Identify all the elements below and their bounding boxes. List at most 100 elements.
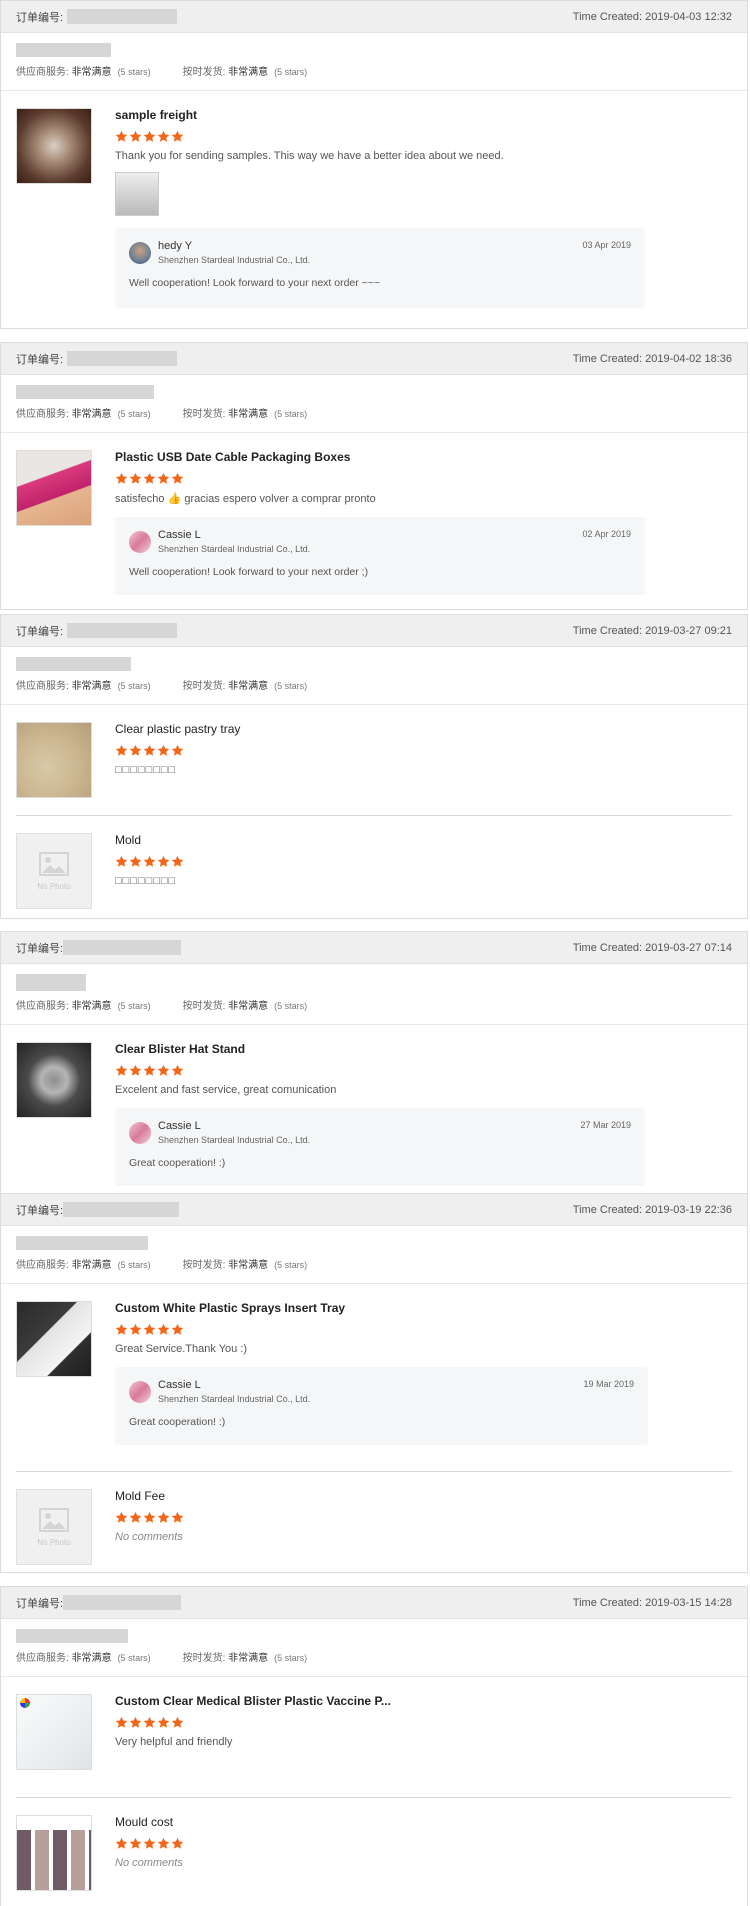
product-review: Clear plastic pastry tray □□□□□□□□ — [1, 705, 747, 815]
review-comment: Excelent and fast service, great comunic… — [115, 1084, 337, 1096]
product-thumbnail[interactable] — [16, 1301, 92, 1377]
star-icon — [115, 1837, 128, 1850]
reply-company: Shenzhen Stardeal Industrial Co., Ltd. — [158, 255, 311, 265]
product-name[interactable]: Mold — [115, 833, 732, 847]
supplier-reply: Cassie L Shenzhen Stardeal Industrial Co… — [115, 1108, 645, 1186]
star-icon — [115, 855, 128, 868]
star-icon — [143, 1064, 156, 1077]
product-thumbnail[interactable] — [16, 1815, 92, 1891]
product-review: No Photo Mold □□□□□□□□ — [16, 815, 732, 926]
star-rating — [115, 1716, 732, 1730]
product-name[interactable]: Mold Fee — [115, 1489, 732, 1503]
reply-date: 03 Apr 2019 — [582, 240, 631, 250]
reply-author: Cassie L — [158, 1120, 201, 1132]
product-name[interactable]: Clear plastic pastry tray — [115, 722, 732, 736]
review-comment: Great Service.Thank You :) — [115, 1343, 248, 1355]
star-rating — [115, 1323, 732, 1337]
star-icon — [157, 1323, 170, 1336]
star-icon — [143, 855, 156, 868]
star-icon — [143, 1716, 156, 1729]
order-meta: 供应商服务: 非常满意 (5 stars) 按时发货: 非常满意 (5 stars) — [1, 1226, 747, 1284]
redacted-order-number — [67, 9, 178, 24]
order-time: Time Created: 2019-03-27 07:14 — [572, 941, 732, 954]
reply-company: Shenzhen Stardeal Industrial Co., Ltd. — [158, 1135, 311, 1145]
on-time-value: 非常满意 — [228, 67, 269, 78]
redacted-order-number — [67, 351, 178, 366]
on-time-value: 非常满意 — [228, 1001, 269, 1012]
star-icon — [171, 855, 184, 868]
product-thumbnail[interactable] — [16, 450, 92, 526]
on-time-stars: (5 stars) — [274, 1001, 308, 1011]
star-icon — [157, 1064, 170, 1077]
star-rating — [115, 744, 732, 758]
star-icon — [171, 1837, 184, 1850]
order-header: 订单编号: Time Created: 2019-03-19 22:36 — [1, 1194, 747, 1226]
supplier-service-stars: (5 stars) — [117, 681, 151, 691]
product-name[interactable]: Custom Clear Medical Blister Plastic Vac… — [115, 1694, 732, 1708]
order-time: Time Created: 2019-03-27 09:21 — [572, 624, 732, 637]
review-attachment-image[interactable] — [115, 172, 159, 216]
on-time-label: 按时发货: — [182, 67, 226, 78]
star-icon — [157, 130, 170, 143]
avatar — [129, 241, 151, 264]
reply-company: Shenzhen Stardeal Industrial Co., Ltd. — [158, 544, 311, 554]
star-icon — [143, 130, 156, 143]
product-name[interactable]: Custom White Plastic Sprays Insert Tray — [115, 1301, 732, 1315]
star-icon — [129, 130, 142, 143]
product-review: Clear Blister Hat Stand Excelent and fas… — [1, 1025, 747, 1198]
redacted-order-number — [63, 940, 182, 955]
product-review: sample freight Thank you for sending sam… — [1, 91, 747, 320]
product-review: Mould cost No comments — [16, 1797, 732, 1904]
star-icon — [129, 1716, 142, 1729]
supplier-service-label: 供应商服务: — [16, 681, 69, 692]
order-ratings: 供应商服务: 非常满意 (5 stars) 按时发货: 非常满意 (5 stars) — [16, 997, 732, 1012]
on-time-stars: (5 stars) — [274, 1260, 308, 1270]
order-meta: 供应商服务: 非常满意 (5 stars) 按时发货: 非常满意 (5 stars) — [1, 375, 747, 433]
redacted-order-number — [67, 623, 178, 638]
logo-icon — [20, 1698, 30, 1708]
on-time-value: 非常满意 — [228, 1653, 269, 1664]
product-name[interactable]: Mould cost — [115, 1815, 732, 1829]
product-name[interactable]: sample freight — [115, 108, 732, 122]
star-icon — [157, 744, 170, 757]
redacted-buyer — [16, 385, 154, 399]
supplier-service-stars: (5 stars) — [117, 67, 151, 77]
on-time-value: 非常满意 — [228, 409, 269, 420]
product-thumbnail[interactable] — [16, 1694, 92, 1770]
product-thumbnail: No Photo — [16, 833, 92, 909]
avatar — [129, 1121, 151, 1144]
product-name[interactable]: Clear Blister Hat Stand — [115, 1042, 732, 1056]
avatar — [129, 530, 151, 553]
product-thumbnail[interactable] — [16, 722, 92, 798]
order-number-label: 订单编号: — [16, 625, 64, 638]
product-review: Custom Clear Medical Blister Plastic Vac… — [1, 1677, 747, 1783]
reply-date: 19 Mar 2019 — [583, 1379, 634, 1389]
supplier-service-stars: (5 stars) — [117, 1260, 151, 1270]
product-thumbnail[interactable] — [16, 108, 92, 184]
order-meta: 供应商服务: 非常满意 (5 stars) 按时发货: 非常满意 (5 stars) — [1, 1619, 747, 1677]
supplier-service-value: 非常满意 — [71, 409, 112, 420]
star-rating — [115, 472, 732, 486]
supplier-service-label: 供应商服务: — [16, 409, 69, 420]
on-time-stars: (5 stars) — [274, 681, 308, 691]
product-name[interactable]: Plastic USB Date Cable Packaging Boxes — [115, 450, 732, 464]
order-card: 订单编号: Time Created: 2019-03-19 22:36 供应商… — [0, 1193, 748, 1573]
star-icon — [171, 1064, 184, 1077]
supplier-service-value: 非常满意 — [71, 681, 112, 692]
review-comment: □□□□□□□□ — [115, 764, 177, 776]
star-icon — [115, 1323, 128, 1336]
star-icon — [157, 1837, 170, 1850]
on-time-value: 非常满意 — [228, 1260, 269, 1271]
star-icon — [129, 1064, 142, 1077]
order-card: 订单编号: Time Created: 2019-04-03 12:32 供应商… — [0, 0, 748, 329]
review-comment: □□□□□□□□ — [115, 875, 177, 887]
reply-text: Great cooperation! :) — [129, 1416, 226, 1428]
reply-company: Shenzhen Stardeal Industrial Co., Ltd. — [158, 1394, 311, 1404]
star-icon — [129, 1511, 142, 1524]
order-card: 订单编号: Time Created: 2019-04-02 18:36 供应商… — [0, 342, 748, 610]
order-time: Time Created: 2019-03-15 14:28 — [572, 1596, 732, 1609]
order-header: 订单编号: Time Created: 2019-04-03 12:32 — [1, 1, 747, 33]
product-thumbnail[interactable] — [16, 1042, 92, 1118]
product-review: No Photo Mold Fee No comments — [16, 1471, 732, 1578]
star-icon — [157, 1716, 170, 1729]
